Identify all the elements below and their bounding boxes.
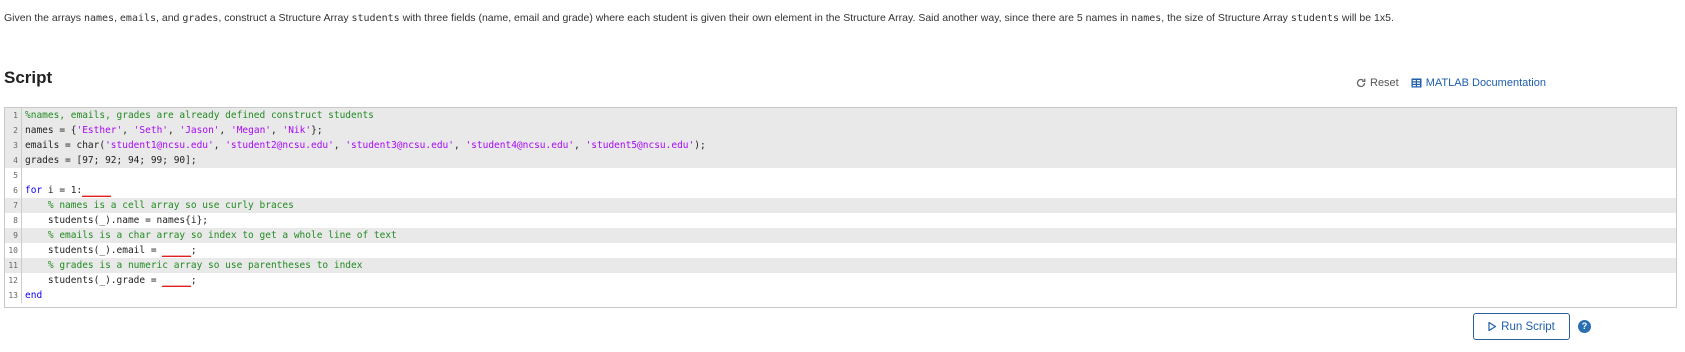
desc-text: , the size of Structure Array: [1161, 12, 1291, 24]
play-icon: [1488, 322, 1497, 331]
code-string: 'Jason': [179, 125, 220, 136]
line-number: 12: [5, 273, 22, 288]
line-number: 2: [5, 123, 22, 138]
reset-button[interactable]: Reset: [1356, 77, 1399, 89]
code-line-readonly: 9 % emails is a char array so index to g…: [5, 228, 1676, 243]
docs-label: MATLAB Documentation: [1425, 77, 1546, 89]
code-token: ,: [333, 140, 346, 151]
code-text: names = {'Esther', 'Seth', 'Jason', 'Meg…: [25, 123, 323, 138]
code-line-readonly: 4 grades = [97; 92; 94; 99; 90];: [5, 153, 1676, 168]
line-number: 7: [5, 198, 22, 213]
code-token: ,: [574, 140, 586, 151]
section-title: Script: [4, 68, 53, 87]
problem-description: Given the arrays names, emails, and grad…: [4, 11, 1394, 26]
code-keyword: end: [25, 290, 43, 301]
code-token: students(_).grade =: [25, 275, 163, 286]
desc-code: grades: [182, 13, 219, 24]
reset-label: Reset: [1370, 77, 1399, 89]
line-number: 11: [5, 258, 22, 273]
code-text: emails = char('student1@ncsu.edu', 'stud…: [25, 138, 706, 153]
code-text: students(_).name = names{i};: [25, 215, 209, 226]
run-script-button[interactable]: Run Script: [1473, 313, 1570, 340]
line-number: 8: [5, 213, 22, 228]
line-number: 3: [5, 138, 22, 153]
run-script-label: Run Script: [1501, 320, 1555, 333]
code-token: );: [694, 140, 706, 151]
desc-code: names: [83, 13, 115, 24]
code-text: for i = 1:_____: [25, 183, 111, 198]
code-string: 'student4@ncsu.edu': [465, 140, 575, 151]
code-comment: % grades is a numeric array so use paren…: [25, 260, 363, 271]
code-line-editable[interactable]: 8 students(_).name = names{i};: [5, 213, 1676, 228]
code-token: students(_).email =: [25, 245, 163, 256]
code-string: 'student1@ncsu.edu': [105, 140, 214, 151]
desc-code: names: [1131, 13, 1162, 24]
code-editor[interactable]: 1 %names, emails, grades are already defi…: [4, 107, 1677, 308]
line-number: 6: [5, 183, 22, 198]
code-token: ,: [454, 140, 466, 151]
fill-in-blank[interactable]: _____: [162, 245, 191, 257]
desc-text: Given the arrays: [4, 12, 84, 24]
code-text: students(_).grade = _____;: [25, 273, 197, 288]
code-token: emails = char(: [25, 140, 106, 151]
code-string: 'student5@ncsu.edu': [585, 140, 695, 151]
code-string: 'student2@ncsu.edu': [225, 140, 334, 151]
line-number: 9: [5, 228, 22, 243]
code-token: ,: [122, 125, 134, 136]
code-string: 'Esther': [76, 125, 123, 136]
code-text: students(_).email = _____;: [25, 243, 197, 258]
code-line-editable[interactable]: 5: [5, 168, 1676, 183]
book-icon: [1411, 78, 1422, 88]
code-token: ,: [219, 125, 231, 136]
code-line-readonly: 11 % grades is a numeric array so use pa…: [5, 258, 1676, 273]
code-string: 'Megan': [230, 125, 272, 136]
code-token: };: [311, 125, 323, 136]
fill-in-blank[interactable]: _____: [162, 275, 191, 287]
desc-code: students: [1290, 13, 1340, 24]
code-token: i = 1:: [42, 185, 83, 196]
code-keyword: for: [25, 185, 43, 196]
code-line-editable[interactable]: 10 students(_).email = _____;: [5, 243, 1676, 258]
code-line-readonly: 1 %names, emails, grades are already defi…: [5, 108, 1676, 123]
code-line-editable[interactable]: 6 for i = 1:_____: [5, 183, 1676, 198]
line-number: 4: [5, 153, 22, 168]
editor-actions: Reset MATLAB Documentation: [1356, 75, 1685, 91]
code-token: ,: [271, 125, 283, 136]
code-token: ,: [168, 125, 180, 136]
code-string: 'Seth': [133, 125, 169, 136]
desc-text: will be 1x5.: [1339, 12, 1394, 24]
code-string: 'Nik': [282, 125, 312, 136]
code-comment: % emails is a char array so index to get…: [25, 230, 397, 241]
code-token: ;: [190, 275, 197, 286]
code-comment: % names is a cell array so use curly bra…: [25, 200, 294, 211]
fill-in-blank[interactable]: _____: [82, 185, 111, 197]
code-comment: %names, emails, grades are already defin…: [25, 110, 374, 121]
code-line-editable[interactable]: 13 end: [5, 288, 1676, 303]
code-line-readonly: 3 emails = char('student1@ncsu.edu', 'stu…: [5, 138, 1676, 153]
desc-text: , construct a Structure Array: [218, 12, 352, 24]
code-text: grades = [97; 92; 94; 99; 90];: [25, 155, 197, 166]
line-number: 1: [5, 108, 22, 123]
code-line-editable[interactable]: 12 students(_).grade = _____;: [5, 273, 1676, 288]
desc-code: students: [351, 13, 400, 24]
desc-text: , and: [156, 12, 183, 24]
line-number: 5: [5, 168, 22, 183]
reset-icon: [1356, 78, 1366, 88]
help-icon[interactable]: ?: [1578, 320, 1591, 333]
desc-text: with three fields (name, email and grade…: [399, 12, 1132, 24]
line-number: 13: [5, 288, 22, 303]
code-string: 'student3@ncsu.edu': [345, 140, 454, 151]
code-token: names = {: [25, 125, 77, 136]
desc-code: emails: [119, 13, 157, 24]
code-line-readonly: 7 % names is a cell array so use curly b…: [5, 198, 1676, 213]
matlab-docs-link[interactable]: MATLAB Documentation: [1411, 77, 1546, 89]
code-line-readonly: 2 names = {'Esther', 'Seth', 'Jason', 'Me…: [5, 123, 1676, 138]
code-token: ;: [190, 245, 197, 256]
line-number: 10: [5, 243, 22, 258]
code-token: ,: [213, 140, 226, 151]
